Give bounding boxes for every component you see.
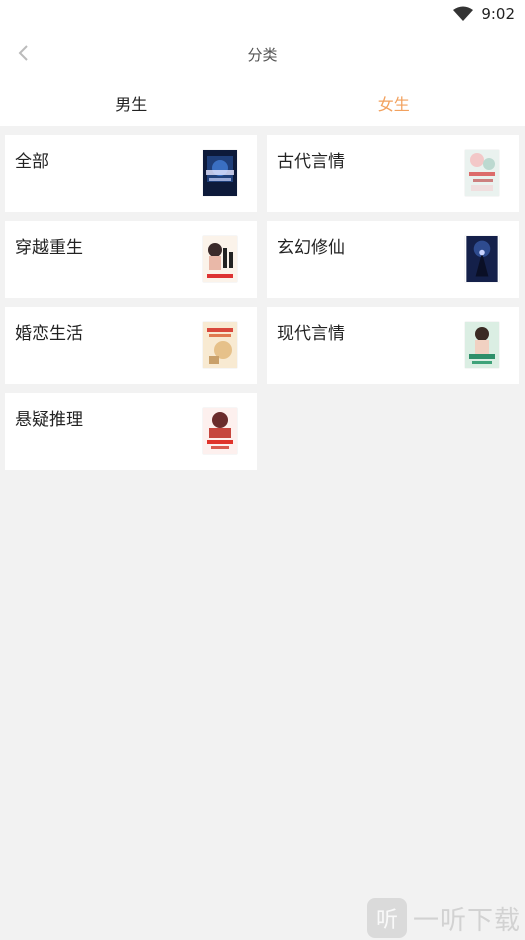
book-cover-image bbox=[465, 236, 499, 282]
status-indicators: 9:02 bbox=[453, 5, 515, 23]
category-label: 现代言情 bbox=[277, 324, 345, 344]
category-card-all[interactable]: 全部 bbox=[5, 135, 257, 212]
category-card-time-travel[interactable]: 穿越重生 bbox=[5, 221, 257, 298]
category-card-xuanhuan[interactable]: 玄幻修仙 bbox=[267, 221, 519, 298]
category-label: 玄幻修仙 bbox=[277, 238, 345, 258]
book-cover-image bbox=[203, 322, 237, 368]
book-cover-image bbox=[203, 150, 237, 196]
watermark-text: 一听下载 bbox=[412, 905, 521, 936]
nav-bar: 分类 bbox=[0, 30, 525, 80]
status-bar: 9:02 bbox=[0, 0, 525, 30]
wifi-icon bbox=[453, 6, 474, 22]
category-label: 悬疑推理 bbox=[15, 410, 83, 430]
book-cover-image bbox=[203, 236, 237, 282]
page-title: 分类 bbox=[247, 46, 278, 64]
status-time: 9:02 bbox=[481, 5, 515, 23]
category-label: 穿越重生 bbox=[15, 238, 83, 258]
category-card-mystery[interactable]: 悬疑推理 bbox=[5, 393, 257, 470]
category-label: 婚恋生活 bbox=[15, 324, 83, 344]
book-cover-image bbox=[203, 408, 237, 454]
category-label: 古代言情 bbox=[277, 152, 345, 172]
tab-female[interactable]: 女生 bbox=[263, 80, 525, 126]
book-cover-image bbox=[465, 322, 499, 368]
book-cover-image bbox=[465, 150, 499, 196]
gender-tabs: 男生 女生 bbox=[0, 80, 525, 126]
tab-male[interactable]: 男生 bbox=[0, 80, 263, 126]
category-card-modern-romance[interactable]: 现代言情 bbox=[267, 307, 519, 384]
category-label: 全部 bbox=[15, 152, 49, 172]
watermark-logo: 听 bbox=[366, 898, 407, 938]
category-card-ancient-romance[interactable]: 古代言情 bbox=[267, 135, 519, 212]
category-card-marriage-life[interactable]: 婚恋生活 bbox=[5, 307, 257, 384]
watermark: 听 一听下载 bbox=[366, 898, 521, 938]
